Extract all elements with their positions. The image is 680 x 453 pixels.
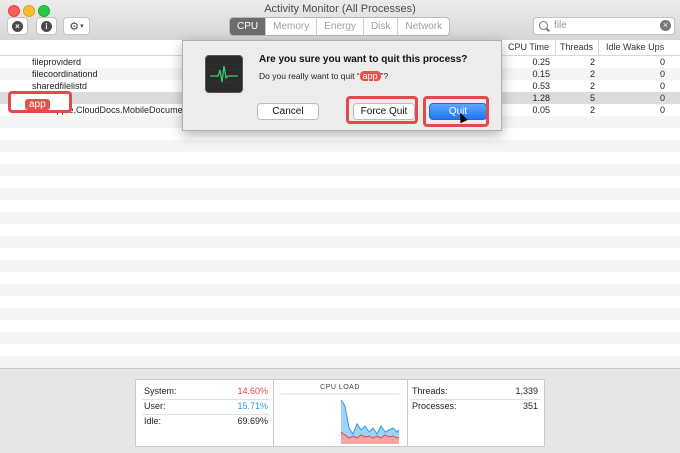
threads-cell: 2 bbox=[589, 57, 595, 67]
threads-label: Threads: bbox=[412, 386, 448, 396]
cancel-button[interactable]: Cancel bbox=[257, 103, 319, 120]
chevron-down-icon: ▾ bbox=[80, 23, 84, 30]
dialog-message: Do you really want to quit “app”? bbox=[259, 71, 388, 81]
activity-monitor-app-icon bbox=[205, 55, 243, 93]
quit-process-button[interactable]: × bbox=[7, 17, 28, 35]
window-title: Activity Monitor (All Processes) bbox=[264, 3, 416, 15]
cpu-load-graph: CPU LOAD bbox=[273, 380, 407, 446]
info-icon: i bbox=[41, 20, 52, 32]
column-idle-wake-ups[interactable]: Idle Wake Ups bbox=[606, 42, 664, 52]
idle-wake-ups-cell: 0 bbox=[659, 93, 665, 103]
idle-label: Idle: bbox=[144, 416, 162, 426]
column-threads[interactable]: Threads bbox=[560, 42, 593, 52]
footer-panel: System: 14.60% User: 15.71% Idle: 69.69%… bbox=[0, 368, 680, 453]
inspect-process-button[interactable]: i bbox=[36, 17, 57, 35]
app-name-badge: app bbox=[359, 71, 381, 81]
cpu-load-chart bbox=[281, 393, 400, 444]
idle-stat: Idle: 69.69% bbox=[144, 416, 268, 426]
cpu-time-cell: 0.15 bbox=[532, 69, 550, 79]
cpu-time-cell: 1.28 bbox=[532, 93, 550, 103]
process-name: sharedfilelistd bbox=[32, 81, 88, 91]
idle-wake-ups-cell: 0 bbox=[659, 81, 665, 91]
dialog-title: Are you sure you want to quit this proce… bbox=[259, 54, 468, 65]
processes-stat: Processes: 351 bbox=[412, 401, 538, 411]
activity-monitor-window: Activity Monitor (All Processes) × i ⚙ ▾… bbox=[0, 0, 680, 453]
gear-icon: ⚙ bbox=[69, 20, 80, 33]
tab-memory[interactable]: Memory bbox=[265, 18, 316, 35]
stats-panel: System: 14.60% User: 15.71% Idle: 69.69%… bbox=[135, 379, 545, 447]
selected-app-highlight[interactable]: app bbox=[8, 91, 72, 113]
process-name: filecoordinationd bbox=[32, 69, 98, 79]
clear-search-icon[interactable]: × bbox=[660, 20, 671, 31]
column-divider bbox=[555, 40, 556, 56]
system-stat: System: 14.60% bbox=[144, 386, 268, 396]
tab-disk[interactable]: Disk bbox=[362, 18, 397, 35]
search-input[interactable] bbox=[554, 19, 649, 32]
app-name-badge: app bbox=[25, 99, 50, 110]
tab-energy[interactable]: Energy bbox=[316, 18, 363, 35]
idle-wake-ups-cell: 0 bbox=[659, 105, 665, 115]
threads-stat: Threads: 1,339 bbox=[412, 386, 538, 396]
threads-cell: 2 bbox=[589, 81, 595, 91]
idle-wake-ups-cell: 0 bbox=[659, 57, 665, 67]
idle-value: 69.69% bbox=[237, 416, 268, 426]
dialog-message-suffix: ”? bbox=[380, 71, 389, 81]
search-field: × bbox=[533, 17, 675, 35]
quit-highlight bbox=[423, 96, 489, 127]
cpu-time-cell: 0.25 bbox=[532, 57, 550, 67]
search-icon bbox=[539, 21, 548, 30]
toolbar: Activity Monitor (All Processes) × i ⚙ ▾… bbox=[0, 0, 680, 41]
cpu-time-cell: 0.05 bbox=[532, 105, 550, 115]
threads-cell: 5 bbox=[589, 93, 595, 103]
processes-label: Processes: bbox=[412, 401, 457, 411]
idle-wake-ups-cell: 0 bbox=[659, 69, 665, 79]
threads-value: 1,339 bbox=[515, 386, 538, 396]
tab-bar: CPU Memory Energy Disk Network bbox=[229, 17, 451, 36]
user-value: 15.71% bbox=[237, 401, 268, 411]
tab-cpu[interactable]: CPU bbox=[230, 18, 266, 35]
process-name: fileproviderd bbox=[32, 57, 82, 67]
cpu-time-cell: 0.53 bbox=[532, 81, 550, 91]
x-circle-icon: × bbox=[12, 20, 23, 32]
user-label: User: bbox=[144, 401, 166, 411]
column-divider bbox=[598, 40, 599, 56]
system-label: System: bbox=[144, 386, 177, 396]
system-value: 14.60% bbox=[237, 386, 268, 396]
threads-cell: 2 bbox=[589, 69, 595, 79]
column-cpu-time[interactable]: CPU Time bbox=[508, 42, 549, 52]
force-quit-highlight bbox=[346, 96, 418, 124]
processes-value: 351 bbox=[522, 401, 538, 411]
action-menu-button[interactable]: ⚙ ▾ bbox=[63, 17, 90, 35]
pulse-icon bbox=[210, 63, 238, 83]
threads-cell: 2 bbox=[589, 105, 595, 115]
tab-network[interactable]: Network bbox=[397, 18, 449, 35]
user-stat: User: 15.71% bbox=[144, 401, 268, 411]
dialog-message-prefix: Do you really want to quit “ bbox=[259, 71, 360, 81]
